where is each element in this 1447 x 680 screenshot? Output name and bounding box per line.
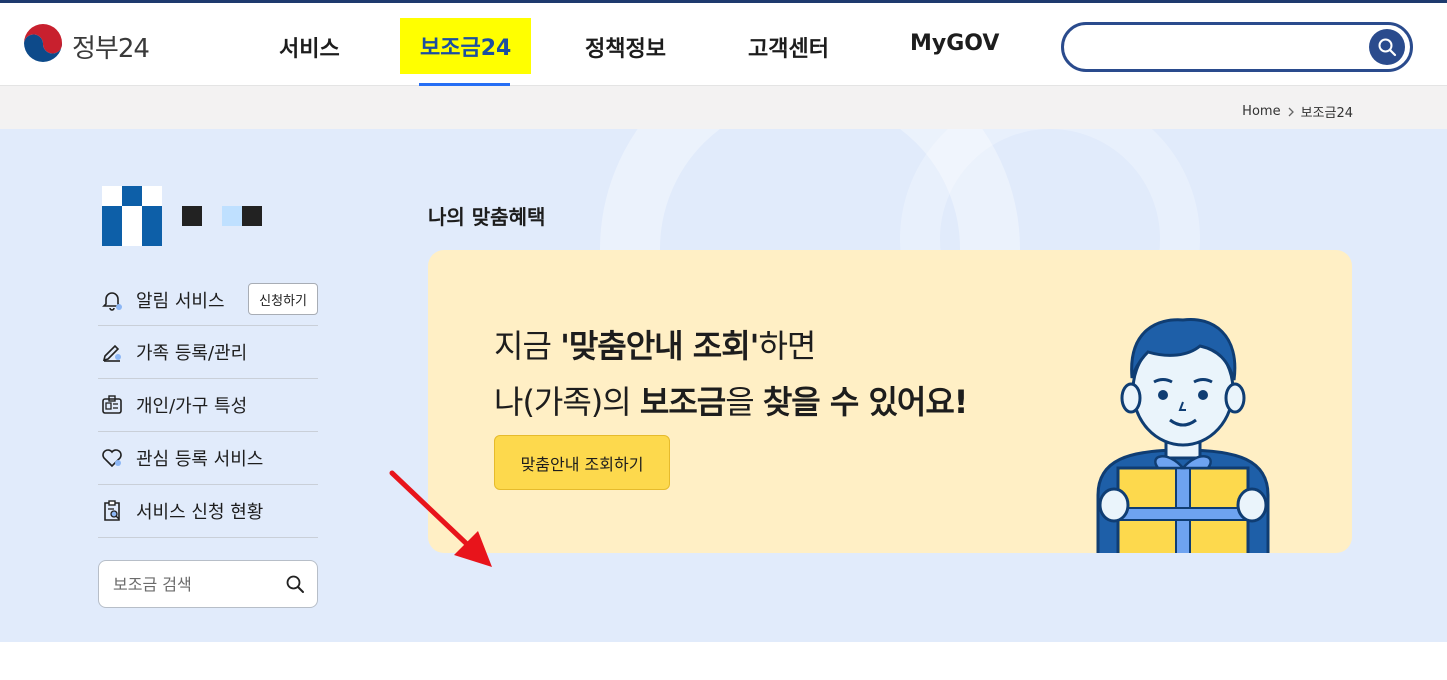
main-content: 알림 서비스 신청하기 가족 등록/관리 개인/가구 특성 관심 등록 서비스 … <box>0 129 1447 642</box>
headline-text: 지금 <box>494 327 561 365</box>
annotation-arrow-icon <box>389 470 492 567</box>
breadcrumb-home[interactable]: Home <box>1242 104 1280 119</box>
chevron-right-icon <box>1288 107 1294 116</box>
nav-services[interactable]: 서비스 <box>279 31 340 63</box>
global-search-box[interactable] <box>1061 22 1413 72</box>
headline-text: 하면 <box>758 327 816 365</box>
sidebar-item-label: 가족 등록/관리 <box>136 343 248 364</box>
redacted-username-avatar <box>102 186 262 246</box>
global-search-button[interactable] <box>1369 29 1405 65</box>
card-headline: 지금 '맞춤안내 조회'하면 나(가족)의 보조금을 찾을 수 있어요! <box>494 318 969 430</box>
nav-customer-center[interactable]: 고객센터 <box>748 31 829 63</box>
breadcrumb-current[interactable]: 보조금24 <box>1301 102 1353 121</box>
sidebar-item-interest[interactable]: 관심 등록 서비스 <box>98 432 318 485</box>
search-icon <box>1378 38 1397 57</box>
headline-text: 나(가족)의 <box>494 383 640 421</box>
heart-icon <box>102 449 122 468</box>
bell-icon <box>102 291 122 311</box>
section-title: 나의 맞춤혜택 <box>428 205 546 229</box>
headline-emphasis: '맞춤안내 조회' <box>560 327 759 365</box>
subsidy-search-input[interactable] <box>113 574 283 594</box>
breadcrumb: Home 보조금24 <box>1242 102 1353 121</box>
id-card-icon <box>102 395 122 414</box>
custom-guidance-button[interactable]: 맞춤안내 조회하기 <box>494 435 670 490</box>
sidebar-item-family[interactable]: 가족 등록/관리 <box>98 326 318 379</box>
headline-emphasis: 찾을 수 있어요! <box>762 383 969 421</box>
nav-mygov[interactable]: MyGOV <box>910 31 999 56</box>
search-icon[interactable] <box>285 574 305 594</box>
headline-text: 을 <box>725 383 763 421</box>
site-header: 정부24 서비스 보조금24 정책정보 고객센터 MyGOV <box>0 3 1447 88</box>
custom-benefit-card: 지금 '맞춤안내 조회'하면 나(가족)의 보조금을 찾을 수 있어요! 맞춤안… <box>428 250 1352 553</box>
sidebar-item-application-status[interactable]: 서비스 신청 현황 <box>98 485 318 538</box>
headline-emphasis: 보조금 <box>639 383 726 421</box>
nav-policy-info[interactable]: 정책정보 <box>585 31 666 63</box>
mascot-with-gift-illustration <box>1096 317 1270 553</box>
apply-button[interactable]: 신청하기 <box>248 283 318 315</box>
clipboard-search-icon <box>104 500 120 521</box>
nav-subsidy24[interactable]: 보조금24 <box>400 18 532 74</box>
sidebar-item-label: 서비스 신청 현황 <box>136 502 264 523</box>
sidebar-item-label: 개인/가구 특성 <box>136 396 248 417</box>
sidebar-item-notification[interactable]: 알림 서비스 신청하기 <box>98 274 318 326</box>
sidebar-item-label: 알림 서비스 <box>136 290 225 312</box>
subsidy-search-box <box>98 560 318 608</box>
sidebar-item-label: 관심 등록 서비스 <box>136 449 264 470</box>
sidebar-item-household[interactable]: 개인/가구 특성 <box>98 379 318 432</box>
edit-icon <box>102 344 121 362</box>
sidebar-menu: 알림 서비스 신청하기 가족 등록/관리 개인/가구 특성 관심 등록 서비스 … <box>98 274 318 538</box>
breadcrumb-band: Home 보조금24 <box>0 86 1447 129</box>
